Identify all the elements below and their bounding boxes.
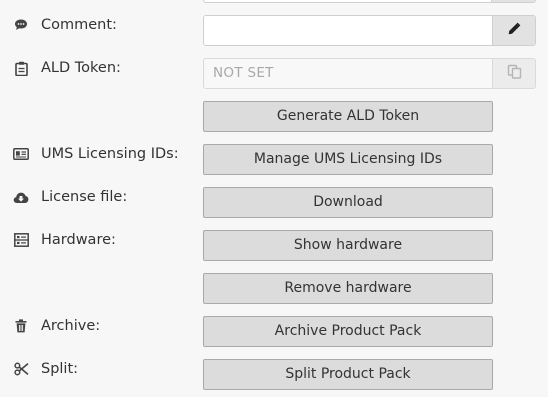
id-card-icon xyxy=(12,145,30,163)
pencil-icon xyxy=(507,21,521,40)
ald-token-copy-button[interactable] xyxy=(492,59,535,88)
comment-input[interactable] xyxy=(204,16,493,45)
show-hardware-button[interactable]: Show hardware xyxy=(203,230,493,261)
scissors-icon xyxy=(12,360,30,378)
hardware-label: Hardware: xyxy=(41,232,116,248)
ald-token-value: NOT SET xyxy=(213,65,274,81)
split-product-pack-button[interactable]: Split Product Pack xyxy=(203,359,493,390)
download-license-button[interactable]: Download xyxy=(203,187,493,218)
previous-field-addon[interactable] xyxy=(491,0,535,2)
copy-icon xyxy=(507,64,522,83)
archive-product-pack-button[interactable]: Archive Product Pack xyxy=(203,316,493,347)
split-label: Split: xyxy=(41,361,79,377)
clipboard-icon xyxy=(12,59,30,77)
manage-ums-licensing-ids-button[interactable]: Manage UMS Licensing IDs xyxy=(203,144,493,175)
ald-token-label: ALD Token: xyxy=(41,60,121,76)
trash-icon xyxy=(12,317,30,335)
hardware-list-icon xyxy=(12,231,30,249)
comment-label: Comment: xyxy=(41,17,117,33)
previous-field[interactable] xyxy=(203,0,536,3)
generate-ald-token-button[interactable]: Generate ALD Token xyxy=(203,101,493,132)
remove-hardware-button[interactable]: Remove hardware xyxy=(203,273,493,304)
ald-token-field: NOT SET xyxy=(203,58,536,89)
ums-licensing-ids-label: UMS Licensing IDs: xyxy=(41,146,179,162)
archive-label: Archive: xyxy=(41,318,101,334)
comment-field xyxy=(203,15,536,46)
comment-icon xyxy=(12,16,30,34)
cloud-download-icon xyxy=(12,188,30,206)
license-file-label: License file: xyxy=(41,189,128,205)
comment-edit-button[interactable] xyxy=(492,16,535,45)
